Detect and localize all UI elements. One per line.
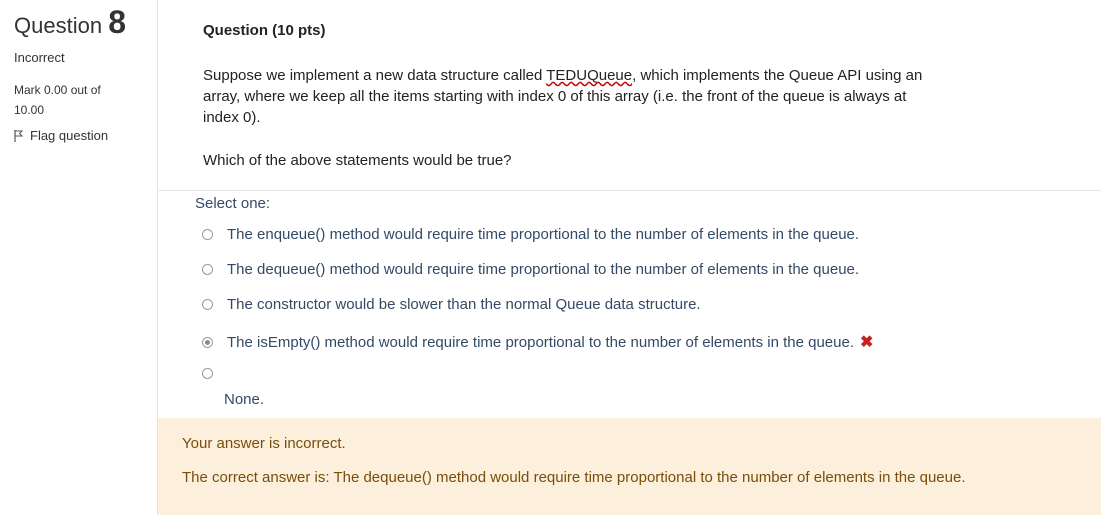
flag-question-link[interactable]: Flag question (14, 128, 108, 143)
answer-option-1[interactable]: The enqueue() method would require time … (202, 226, 859, 243)
question-state: Incorrect (14, 50, 65, 65)
question-number-heading: Question 8 (14, 4, 126, 41)
flag-icon (14, 129, 24, 142)
question-body: Suppose we implement a new data structur… (203, 65, 923, 128)
radio-button[interactable] (202, 264, 213, 275)
divider (158, 190, 1101, 191)
incorrect-icon: ✖ (860, 334, 874, 351)
grade-line-2: 10.00 (14, 103, 45, 117)
question-formulation: Question (10 pts) Suppose we implement a… (158, 0, 1101, 418)
feedback-panel: Your answer is incorrect. The correct an… (158, 418, 1101, 515)
feedback-result: Your answer is incorrect. (182, 435, 346, 452)
question-header: Question (10 pts) (203, 22, 326, 39)
answer-option-label[interactable]: None. (224, 391, 264, 408)
answer-option-2[interactable]: The dequeue() method would require time … (202, 261, 859, 278)
radio-button[interactable] (202, 229, 213, 240)
question-text: Which of the above statements would be t… (203, 152, 512, 169)
answer-option-5[interactable] (202, 368, 227, 379)
correct-answer-text: The correct answer is: The dequeue() met… (182, 469, 966, 486)
question-info-panel: Question 8 Incorrect Mark 0.00 out of 10… (0, 0, 158, 515)
answer-option-label[interactable]: The isEmpty() method would require time … (227, 334, 854, 351)
question-number: 8 (108, 4, 126, 40)
answer-option-label[interactable]: The constructor would be slower than the… (227, 296, 701, 313)
question-body-part1: Suppose we implement a new data structur… (203, 67, 547, 84)
answer-option-4[interactable]: The isEmpty() method would require time … (202, 332, 873, 352)
answer-option-label[interactable]: The dequeue() method would require time … (227, 261, 859, 278)
radio-button[interactable] (202, 299, 213, 310)
question-body-term: TEDUQueue (546, 67, 633, 84)
question-grade: Mark 0.00 out of 10.00 (14, 80, 124, 120)
flag-question-label[interactable]: Flag question (30, 128, 108, 143)
answer-option-label[interactable]: The enqueue() method would require time … (227, 226, 859, 243)
select-one-prompt: Select one: (195, 195, 271, 212)
radio-button-selected[interactable] (202, 336, 213, 348)
answer-option-3[interactable]: The constructor would be slower than the… (202, 296, 701, 313)
grade-line-1: Mark 0.00 out of (14, 83, 101, 97)
radio-button[interactable] (202, 368, 213, 379)
question-word: Question (14, 13, 103, 38)
